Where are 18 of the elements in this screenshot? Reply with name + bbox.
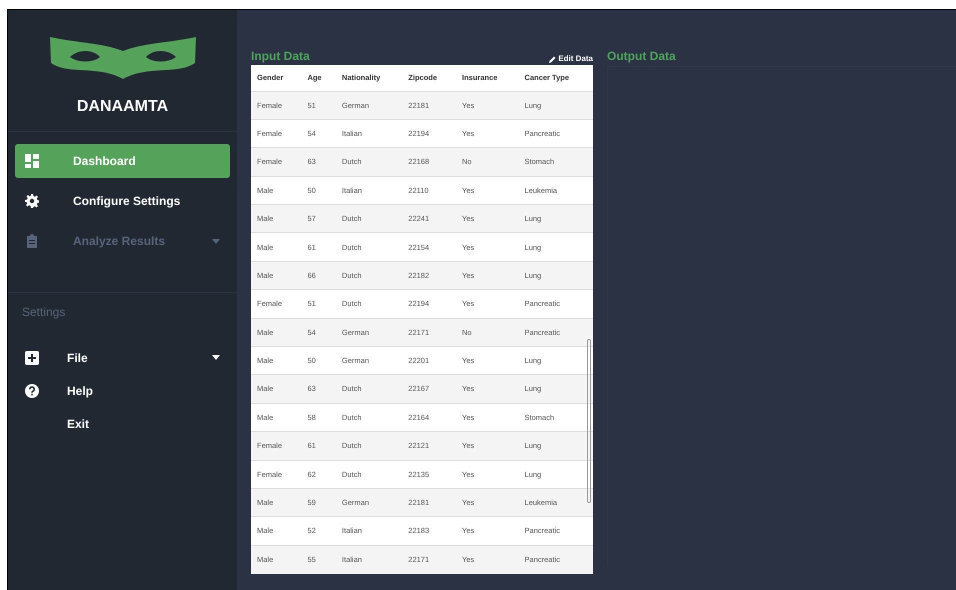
menu-item[interactable]: File — [15, 341, 230, 374]
settings-icon — [25, 194, 39, 208]
dashboard-icon — [25, 154, 39, 168]
panel-title: Output Data — [607, 48, 676, 65]
app-name: DANAAMTA — [76, 97, 168, 117]
menu-item[interactable]: Exit — [15, 407, 230, 440]
nav-item[interactable]: Configure Settings — [15, 184, 230, 218]
pencil-icon — [549, 56, 556, 62]
section-heading: Settings — [21, 304, 66, 321]
caret-icon — [212, 355, 220, 360]
edit-data-link[interactable]: Edit Data — [549, 53, 593, 65]
plus-icon — [25, 350, 39, 364]
help-icon — [25, 384, 39, 398]
panel-title: Input Data — [251, 48, 310, 65]
scrollbar-thumb[interactable] — [587, 339, 591, 503]
menu-item[interactable]: Help — [15, 374, 230, 407]
caret-icon — [212, 238, 220, 244]
clipboard-icon — [25, 234, 39, 248]
